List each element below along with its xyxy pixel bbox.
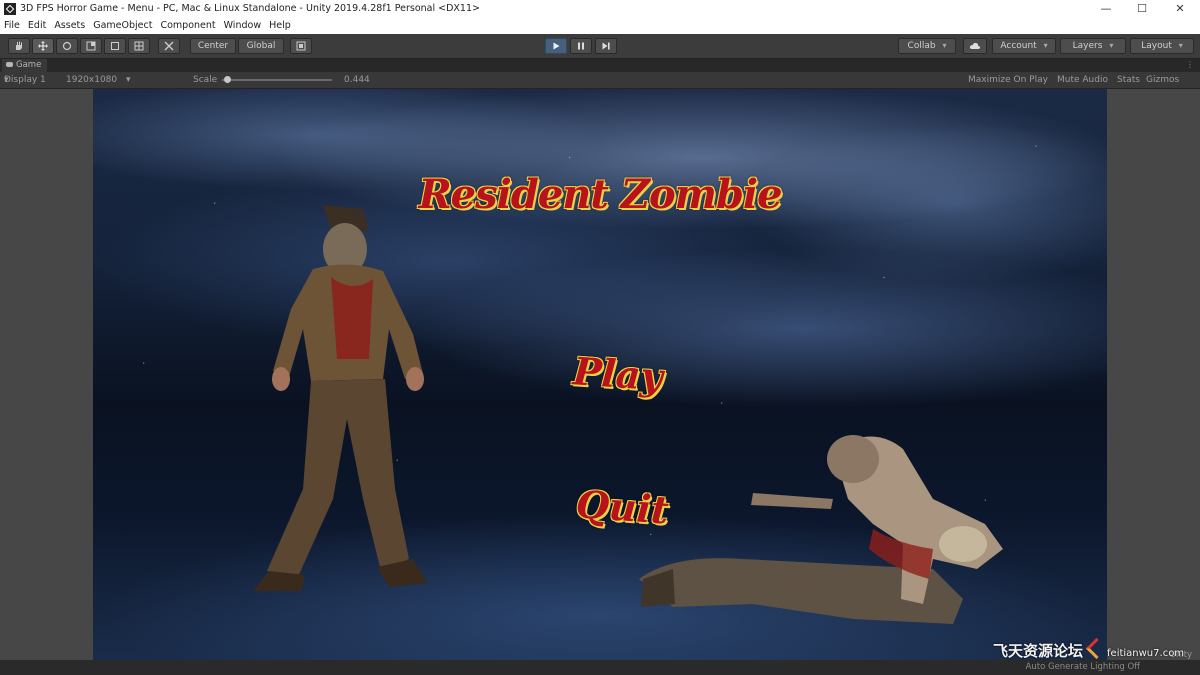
menu-window[interactable]: Window — [220, 18, 265, 34]
pivot-global-toggle[interactable]: Global — [238, 38, 284, 54]
resolution-dropdown[interactable]: 1920x1080 ▾ — [66, 72, 131, 88]
grid-snap-icon[interactable] — [290, 38, 312, 54]
pause-button[interactable] — [570, 38, 592, 54]
scale-slider-handle[interactable] — [224, 76, 231, 83]
scale-value: 0.444 — [344, 75, 370, 85]
game-view-controls: Display 1 ▾ 1920x1080 ▾ Scale 0.444 Maxim… — [0, 72, 1200, 89]
menu-component[interactable]: Component — [156, 18, 219, 34]
watermark-url: feitianwu7.com — [1107, 648, 1185, 659]
quit-button[interactable]: Quit — [575, 481, 671, 532]
pivot-center-toggle[interactable]: Center — [190, 38, 236, 54]
layers-dropdown[interactable]: Layers — [1060, 38, 1126, 54]
lighting-status: Auto Generate Lighting Off — [1025, 662, 1140, 672]
menu-edit[interactable]: Edit — [24, 18, 50, 34]
transform-tool-icon[interactable] — [128, 38, 150, 54]
standing-zombie-figure — [253, 205, 427, 591]
watermark-site-name: 飞天资源论坛 — [993, 642, 1084, 660]
play-button[interactable]: Play — [572, 348, 665, 399]
editor-tab-bar: Game ⋮ — [0, 59, 1200, 72]
display-label: Display 1 — [4, 75, 46, 85]
editor-status-bar: Auto Generate Lighting Off Unity — [0, 650, 1200, 675]
tab-options-icon[interactable]: ⋮ — [1186, 60, 1194, 69]
account-dropdown[interactable]: Account — [992, 38, 1056, 54]
maximize-button[interactable]: ☐ — [1124, 0, 1160, 18]
layers-label: Layers — [1072, 41, 1103, 51]
hand-tool-icon[interactable] — [8, 38, 30, 54]
game-title-text: Resident Zombie — [418, 171, 782, 218]
site-watermark: 飞天资源论坛 feitianwu7.com — [993, 637, 1185, 662]
collab-label: Collab — [907, 41, 936, 51]
move-tool-icon[interactable] — [32, 38, 54, 54]
scale-label: Scale — [193, 75, 218, 85]
gamepad-icon — [6, 62, 13, 67]
step-button[interactable] — [595, 38, 617, 54]
watermark-logo-icon — [1085, 637, 1108, 660]
tab-game[interactable]: Game — [2, 59, 48, 72]
cloud-icon[interactable] — [963, 38, 987, 54]
menu-gameobject[interactable]: GameObject — [89, 18, 156, 34]
crouching-zombie-figure — [639, 435, 1003, 624]
collab-dropdown[interactable]: Collab — [898, 38, 956, 54]
scale-tool-icon[interactable] — [80, 38, 102, 54]
close-button[interactable]: ✕ — [1162, 0, 1198, 18]
game-render-view[interactable]: Resident Zombie Play Quit — [93, 89, 1107, 660]
gizmos-dropdown[interactable]: Gizmos — [1146, 72, 1179, 88]
unity-logo-icon — [4, 3, 16, 15]
main-toolbar: Center Global Collab Account Layers Layo… — [0, 34, 1200, 59]
minimize-button[interactable]: — — [1088, 0, 1124, 18]
rotate-tool-icon[interactable] — [56, 38, 78, 54]
pivot-center-label: Center — [197, 41, 229, 51]
scale-slider-track[interactable] — [222, 79, 332, 81]
window-title: 3D FPS Horror Game - Menu - PC, Mac & Li… — [20, 3, 480, 14]
layout-label: Layout — [1141, 41, 1172, 51]
mute-audio-toggle[interactable]: Mute Audio — [1057, 72, 1108, 88]
play-mode-button[interactable] — [545, 38, 567, 54]
play-icon — [553, 42, 560, 50]
stats-toggle[interactable]: Stats — [1117, 72, 1140, 88]
layout-dropdown[interactable]: Layout — [1130, 38, 1194, 54]
pivot-global-label: Global — [246, 41, 276, 51]
resolution-label: 1920x1080 — [66, 75, 118, 85]
window-titlebar: 3D FPS Horror Game - Menu - PC, Mac & Li… — [0, 0, 1200, 19]
account-label: Account — [1000, 41, 1037, 51]
maximize-on-play-toggle[interactable]: Maximize On Play — [968, 72, 1048, 88]
display-dropdown[interactable]: Display 1 ▾ — [4, 72, 46, 88]
menu-assets[interactable]: Assets — [50, 18, 89, 34]
menu-bar: File Edit Assets GameObject Component Wi… — [0, 18, 1200, 34]
menu-file[interactable]: File — [0, 18, 24, 34]
step-icon — [602, 42, 610, 50]
tab-game-label: Game — [16, 60, 42, 70]
custom-tool-icon[interactable] — [158, 38, 180, 54]
menu-help[interactable]: Help — [265, 18, 295, 34]
pause-icon — [578, 42, 584, 50]
rect-tool-icon[interactable] — [104, 38, 126, 54]
